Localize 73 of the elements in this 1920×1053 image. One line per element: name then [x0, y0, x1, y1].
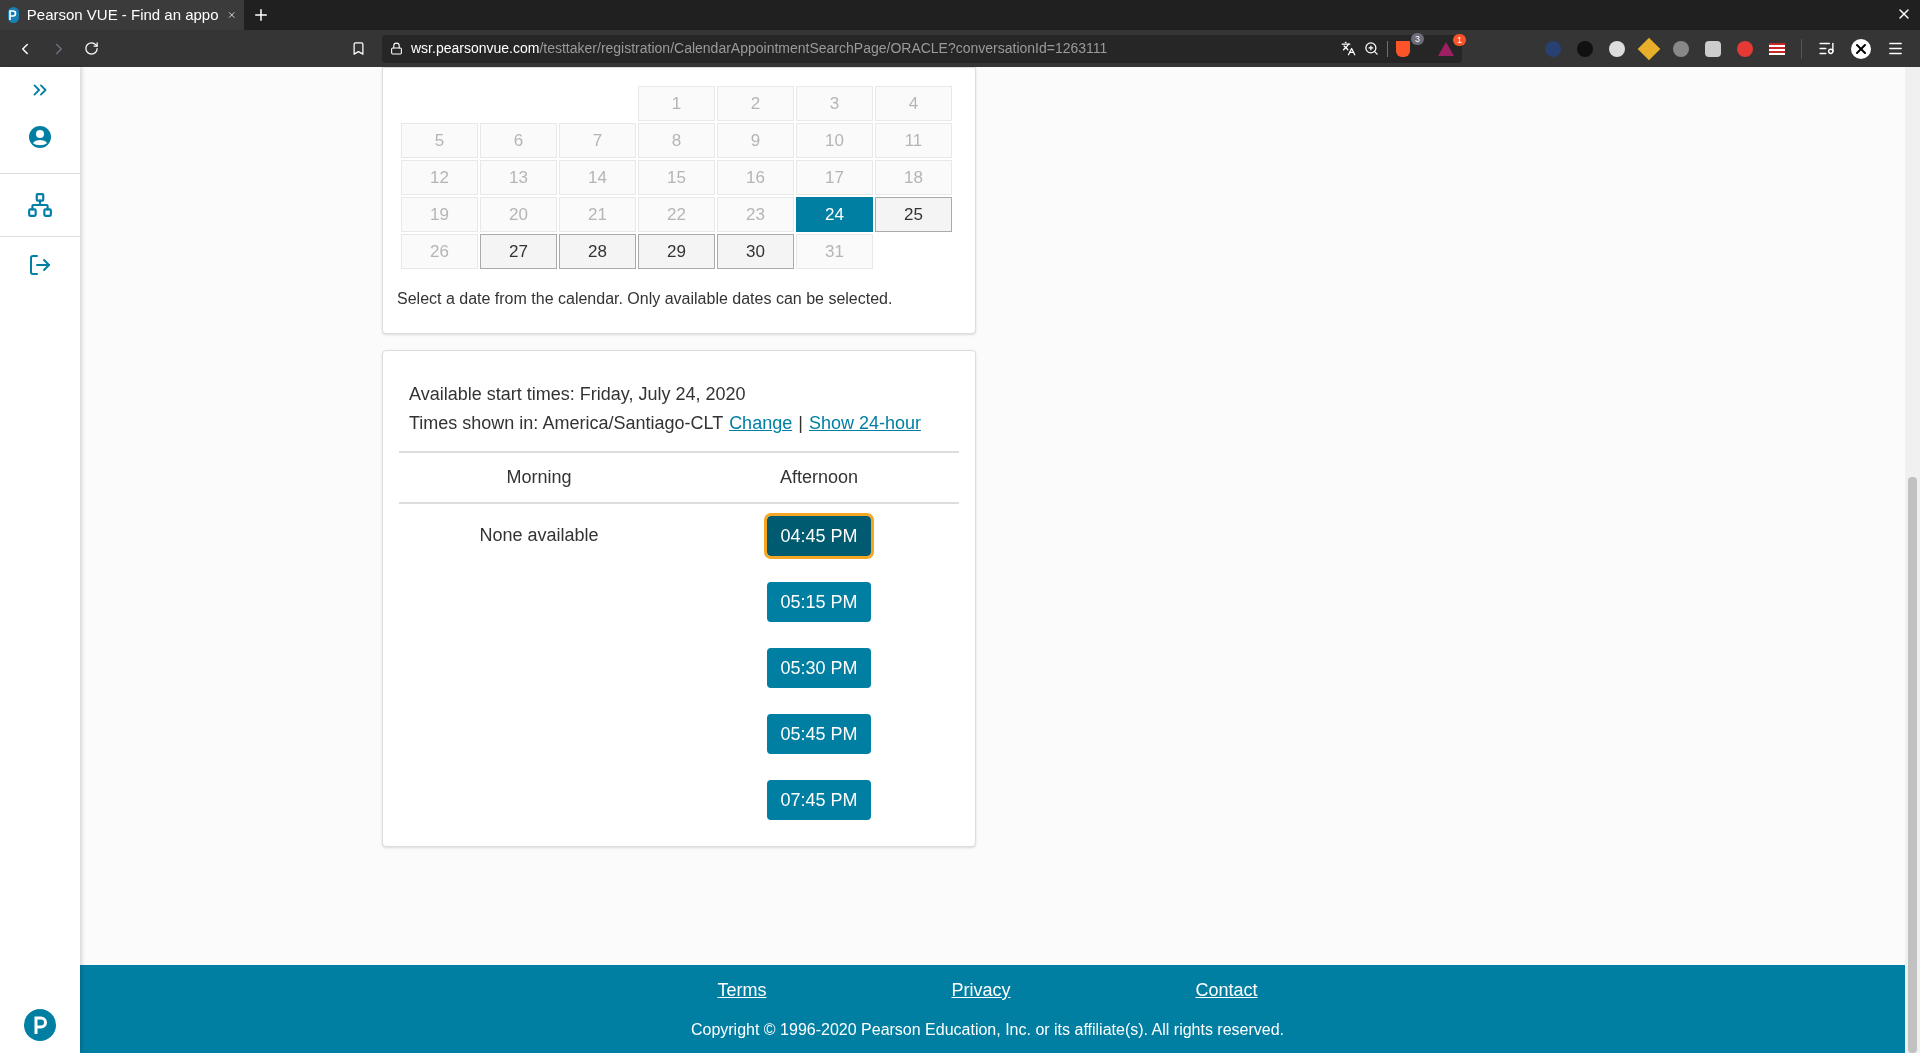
calendar-day: 3 [796, 86, 873, 121]
calendar-day[interactable]: 29 [638, 234, 715, 269]
calendar-day: 1 [638, 86, 715, 121]
calendar-day: 8 [638, 123, 715, 158]
scrollbar[interactable] [1905, 67, 1920, 1053]
sign-out-icon[interactable] [28, 253, 52, 277]
link-separator: | [798, 412, 803, 435]
calendar-hint: Select a date from the calendar. Only available dates can be selected. [397, 289, 894, 309]
calendar-day[interactable]: 27 [480, 234, 557, 269]
copyright-text: Copyright © 1996-2020 Pearson Education, Inc. or its affiliate(s). All rights reserved. [690, 1019, 1285, 1040]
footer-link[interactable]: Terms [717, 976, 767, 1004]
calendar-day: 26 [401, 234, 478, 269]
calendar-day: 15 [638, 160, 715, 195]
p-logo-icon [24, 1009, 56, 1041]
time-slot-button[interactable]: 05:45 PM [767, 714, 871, 754]
column-heading: Afternoon [778, 466, 860, 489]
tab-title: Pearson VUE - Find an appo [26, 4, 219, 25]
media-icon[interactable] [1818, 40, 1835, 57]
flag-icon[interactable] [1769, 42, 1785, 55]
zoom-icon[interactable] [1364, 41, 1379, 56]
new-tab-icon[interactable] [252, 6, 270, 24]
reload-icon[interactable] [84, 41, 99, 56]
calendar-day[interactable]: 28 [559, 234, 636, 269]
calendar-day: 17 [796, 160, 873, 195]
calendar-day: 12 [401, 160, 478, 195]
extension-icon[interactable] [1851, 38, 1871, 59]
url-text: wsr.pearsonvue.com/testtaker/registration/CalendarAppointmentSearchPage/ORACLE?conversationId=1263111 [411, 39, 1109, 58]
calendar-day: 23 [717, 197, 794, 232]
rewards-count-badge: 1 [1453, 33, 1466, 46]
calendar-day: 16 [717, 160, 794, 195]
column-heading: Morning [505, 466, 573, 489]
time-slot-button[interactable]: 05:30 PM [767, 648, 871, 688]
calendar-day: 4 [875, 86, 952, 121]
calendar-day: 11 [875, 123, 952, 158]
calendar-day: 22 [638, 197, 715, 232]
calendar-day: 20 [480, 197, 557, 232]
footer-link[interactable]: Contact [1195, 976, 1258, 1004]
calendar-day: 31 [796, 234, 873, 269]
calendar-day: 10 [796, 123, 873, 158]
calendar-day[interactable]: 30 [717, 234, 794, 269]
calendar-day: 18 [875, 160, 952, 195]
none-available-text: None available [479, 524, 599, 547]
lion-shield-icon[interactable] [1396, 40, 1410, 57]
translate-icon[interactable] [1341, 41, 1356, 56]
user-icon[interactable] [28, 125, 52, 149]
calendar-day: 19 [401, 197, 478, 232]
extension-icon[interactable] [1705, 40, 1721, 57]
footer-link[interactable]: Privacy [951, 976, 1011, 1004]
change-link[interactable]: Change [729, 410, 793, 437]
calendar-day: 13 [480, 160, 557, 195]
site-favicon-icon [8, 7, 19, 23]
calendar-day: 2 [717, 86, 794, 121]
browser-tab[interactable]: Pearson VUE - Find an appo [0, 0, 244, 30]
calendar-day: 5 [401, 123, 478, 158]
calendar-day[interactable]: 25 [875, 197, 952, 232]
timezone-label: Times shown in: America/Santiago-CLT [409, 412, 724, 435]
shields-count-badge: 3 [1411, 32, 1424, 45]
lock-icon [390, 42, 403, 55]
calendar-day: 21 [559, 197, 636, 232]
times-heading: Available start times: Friday, July 24, 2020 [409, 383, 747, 406]
time-slot-button[interactable]: 04:45 PM [767, 516, 871, 556]
sitemap-icon[interactable] [27, 192, 53, 218]
extension-icon[interactable] [1609, 40, 1625, 57]
calendar-day: 7 [559, 123, 636, 158]
bookmark-icon[interactable] [351, 41, 366, 56]
calendar-day: 6 [480, 123, 557, 158]
calendar-day: 9 [717, 123, 794, 158]
calendar-day[interactable]: 24 [796, 197, 873, 232]
time-slot-button[interactable]: 05:15 PM [767, 582, 871, 622]
calendar-day: 14 [559, 160, 636, 195]
time-slot-button[interactable]: 07:45 PM [767, 780, 871, 820]
show-24-hour-link[interactable]: Show 24-hour [808, 410, 921, 437]
menu-icon[interactable] [1887, 40, 1904, 57]
